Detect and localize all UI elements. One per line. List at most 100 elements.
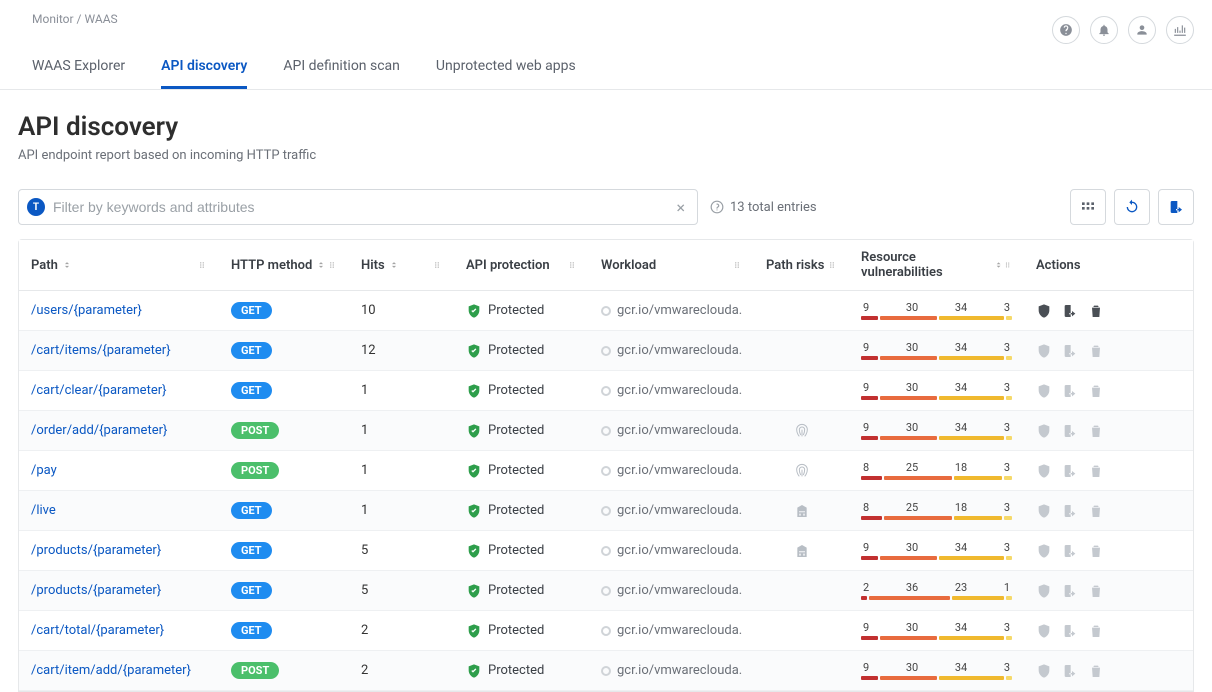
risk-cell	[754, 331, 849, 370]
path-link[interactable]: /cart/total/{parameter}	[31, 623, 164, 638]
trash-icon[interactable]	[1088, 503, 1104, 519]
export-icon[interactable]	[1062, 383, 1078, 399]
shield-icon[interactable]	[1036, 583, 1052, 599]
table-row[interactable]: /order/add/{parameter}POST1Protectedgcr.…	[19, 411, 1193, 451]
chart-icon[interactable]	[1166, 16, 1194, 44]
path-link[interactable]: /order/add/{parameter}	[31, 423, 167, 438]
path-link[interactable]: /users/{parameter}	[31, 303, 142, 318]
table-row[interactable]: /cart/item/add/{parameter}POST2Protected…	[19, 651, 1193, 691]
vuln-distribution: 930343	[861, 341, 1012, 360]
th-http-method[interactable]: HTTP method	[219, 240, 349, 290]
trash-icon[interactable]	[1088, 463, 1104, 479]
shield-icon[interactable]	[1036, 423, 1052, 439]
vuln-distribution: 236231	[861, 581, 1012, 600]
method-badge: GET	[231, 502, 272, 519]
columns-button[interactable]	[1070, 189, 1106, 225]
hits-cell: 5	[349, 531, 454, 570]
th-path[interactable]: Path	[19, 240, 219, 290]
method-badge: GET	[231, 302, 272, 319]
tab-waas-explorer[interactable]: WAAS Explorer	[32, 58, 125, 89]
trash-icon[interactable]	[1088, 543, 1104, 559]
export-button[interactable]	[1158, 189, 1194, 225]
vuln-distribution: 825183	[861, 501, 1012, 520]
shield-icon[interactable]	[1036, 663, 1052, 679]
path-link[interactable]: /products/{parameter}	[31, 583, 161, 598]
bell-icon[interactable]	[1090, 16, 1118, 44]
shield-icon[interactable]	[1036, 383, 1052, 399]
th-workload[interactable]: Workload	[589, 240, 754, 290]
table-row[interactable]: /products/{parameter}GET5Protectedgcr.io…	[19, 571, 1193, 611]
path-link[interactable]: /pay	[31, 463, 57, 478]
table-row[interactable]: /cart/clear/{parameter}GET1Protectedgcr.…	[19, 371, 1193, 411]
th-resource-vulnerabilities[interactable]: Resource vulnerabilities	[849, 240, 1024, 290]
th-api-protection[interactable]: API protection	[454, 240, 589, 290]
tab-api-definition-scan[interactable]: API definition scan	[283, 58, 400, 89]
path-link[interactable]: /cart/item/add/{parameter}	[31, 663, 191, 678]
workload-cell: gcr.io/vmwareclouda...	[601, 423, 742, 438]
trash-icon[interactable]	[1088, 623, 1104, 639]
workload-cell: gcr.io/vmwareclouda...	[601, 503, 742, 518]
workload-cell: gcr.io/vmwareclouda...	[601, 663, 742, 678]
risk-cell	[754, 611, 849, 650]
refresh-button[interactable]	[1114, 189, 1150, 225]
table-row[interactable]: /liveGET1Protectedgcr.io/vmwareclouda...…	[19, 491, 1193, 531]
page-title: API discovery	[18, 112, 1194, 142]
path-link[interactable]: /cart/clear/{parameter}	[31, 383, 167, 398]
shield-icon[interactable]	[1036, 623, 1052, 639]
th-path-risks[interactable]: Path risks	[754, 240, 849, 290]
shield-icon[interactable]	[1036, 343, 1052, 359]
shield-icon[interactable]	[1036, 543, 1052, 559]
export-icon[interactable]	[1062, 503, 1078, 519]
shield-icon[interactable]	[1036, 463, 1052, 479]
workload-cell: gcr.io/vmwareclouda...	[601, 343, 742, 358]
tab-unprotected-web-apps[interactable]: Unprotected web apps	[436, 58, 576, 89]
workload-cell: gcr.io/vmwareclouda...	[601, 623, 742, 638]
user-icon[interactable]	[1128, 16, 1156, 44]
method-badge: POST	[231, 662, 279, 679]
path-link[interactable]: /live	[31, 503, 56, 518]
help-icon[interactable]	[1052, 16, 1080, 44]
export-icon[interactable]	[1062, 463, 1078, 479]
export-icon[interactable]	[1062, 623, 1078, 639]
trash-icon[interactable]	[1088, 343, 1104, 359]
method-badge: POST	[231, 422, 279, 439]
status-dot-icon	[601, 306, 611, 316]
close-icon[interactable]: ×	[672, 198, 689, 217]
export-icon[interactable]	[1062, 303, 1078, 319]
path-link[interactable]: /cart/items/{parameter}	[31, 343, 171, 358]
trash-icon[interactable]	[1088, 663, 1104, 679]
building-icon	[794, 543, 810, 559]
filter-chip[interactable]: T	[27, 198, 45, 216]
trash-icon[interactable]	[1088, 303, 1104, 319]
th-hits[interactable]: Hits	[349, 240, 454, 290]
api-table: Path HTTP method Hits API protection Wor…	[18, 239, 1194, 692]
trash-icon[interactable]	[1088, 383, 1104, 399]
trash-icon[interactable]	[1088, 423, 1104, 439]
filter-input[interactable]	[53, 199, 672, 215]
table-row[interactable]: /cart/total/{parameter}GET2Protectedgcr.…	[19, 611, 1193, 651]
vuln-distribution: 930343	[861, 301, 1012, 320]
table-row[interactable]: /cart/items/{parameter}GET12Protectedgcr…	[19, 331, 1193, 371]
export-icon[interactable]	[1062, 543, 1078, 559]
table-row[interactable]: /payPOST1Protectedgcr.io/vmwareclouda...…	[19, 451, 1193, 491]
workload-cell: gcr.io/vmwareclouda...	[601, 303, 742, 318]
path-link[interactable]: /products/{parameter}	[31, 543, 161, 558]
method-badge: POST	[231, 462, 279, 479]
hits-cell: 10	[349, 291, 454, 330]
table-row[interactable]: /users/{parameter}GET10Protectedgcr.io/v…	[19, 291, 1193, 331]
export-icon[interactable]	[1062, 663, 1078, 679]
shield-icon[interactable]	[1036, 503, 1052, 519]
table-header: Path HTTP method Hits API protection Wor…	[19, 240, 1193, 291]
table-row[interactable]: /products/{parameter}GET5Protectedgcr.io…	[19, 531, 1193, 571]
filter-box[interactable]: T ×	[18, 189, 698, 225]
hits-cell: 1	[349, 451, 454, 490]
export-icon[interactable]	[1062, 423, 1078, 439]
trash-icon[interactable]	[1088, 583, 1104, 599]
shield-check-icon	[466, 303, 482, 319]
status-dot-icon	[601, 626, 611, 636]
export-icon[interactable]	[1062, 583, 1078, 599]
shield-icon[interactable]	[1036, 303, 1052, 319]
tab-api-discovery[interactable]: API discovery	[161, 58, 247, 89]
export-icon[interactable]	[1062, 343, 1078, 359]
protection-cell: Protected	[466, 663, 544, 679]
